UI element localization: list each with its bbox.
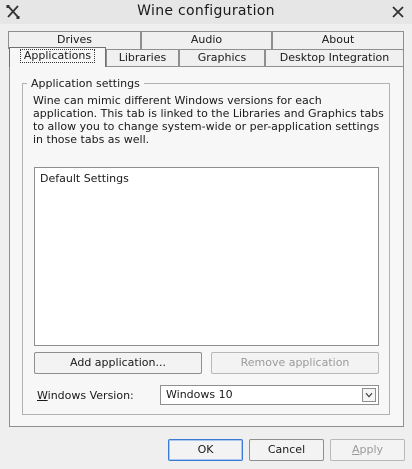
add-application-button[interactable]: Add application... bbox=[34, 352, 202, 374]
tab-desktop-integration-label: Desktop Integration bbox=[279, 51, 390, 64]
tab-libraries[interactable]: Libraries bbox=[106, 49, 179, 66]
application-settings-description: Wine can mimic different Windows version… bbox=[33, 94, 384, 146]
windows-version-select[interactable]: Windows 10 bbox=[160, 385, 379, 405]
tab-applications-label: Applications bbox=[19, 49, 96, 63]
windows-version-label-mnemonic: W bbox=[37, 389, 48, 402]
apply-button-rest: pply bbox=[359, 443, 384, 456]
tab-applications[interactable]: Applications bbox=[9, 47, 106, 67]
chevron-down-icon[interactable] bbox=[362, 388, 376, 402]
tab-graphics[interactable]: Graphics bbox=[179, 49, 265, 66]
tab-audio-label: Audio bbox=[190, 33, 223, 46]
tab-about[interactable]: About bbox=[272, 31, 404, 49]
applications-list[interactable]: Default Settings bbox=[34, 167, 379, 346]
apply-button[interactable]: Apply bbox=[330, 439, 405, 461]
tab-graphics-label: Graphics bbox=[197, 51, 247, 64]
cancel-button[interactable]: Cancel bbox=[249, 439, 324, 461]
application-settings-title: Application settings bbox=[27, 77, 144, 90]
title-bar[interactable]: Wine configuration bbox=[0, 0, 412, 24]
list-item-default-settings[interactable]: Default Settings bbox=[40, 172, 129, 185]
wine-configuration-window: Wine configuration Drives Audio About Li… bbox=[0, 0, 412, 469]
tab-libraries-label: Libraries bbox=[118, 51, 167, 64]
tab-audio[interactable]: Audio bbox=[141, 31, 272, 49]
apply-button-mnemonic: A bbox=[351, 443, 360, 456]
windows-version-value: Windows 10 bbox=[166, 388, 233, 401]
windows-version-label-rest: indows Version: bbox=[47, 389, 134, 402]
close-icon[interactable] bbox=[391, 5, 405, 19]
window-title: Wine configuration bbox=[137, 3, 275, 19]
ok-button[interactable]: OK bbox=[168, 439, 243, 461]
tab-drives-label: Drives bbox=[56, 33, 93, 46]
tab-about-label: About bbox=[321, 33, 355, 46]
windows-version-label: Windows Version: bbox=[37, 389, 134, 402]
tab-desktop-integration[interactable]: Desktop Integration bbox=[265, 49, 404, 66]
remove-application-button[interactable]: Remove application bbox=[211, 352, 379, 374]
